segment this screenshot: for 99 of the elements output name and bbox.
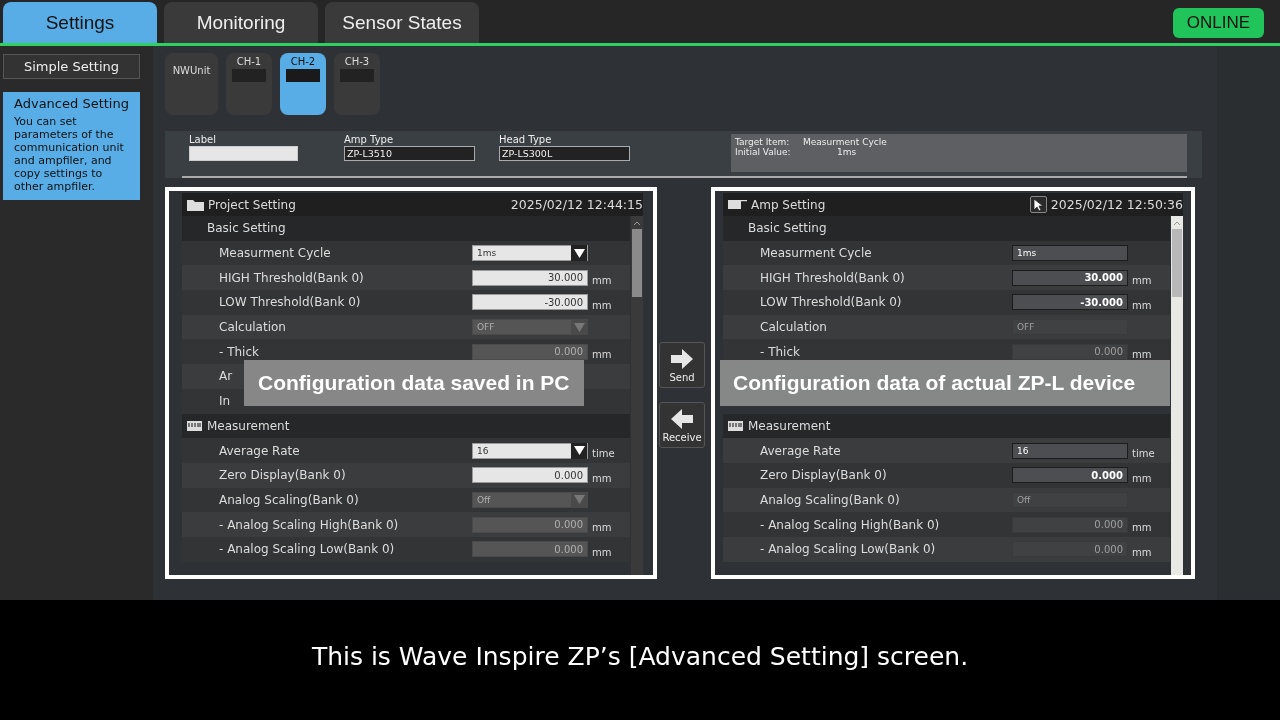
caption-overlay: Configuration data of actual ZP-L device: [720, 360, 1170, 407]
pointer-button[interactable]: [1029, 196, 1047, 213]
tab[interactable]: Sensor States: [325, 2, 479, 43]
setting-label: Average Rate: [759, 443, 841, 458]
device-icon: [727, 199, 748, 210]
dropdown-arrow-icon: [573, 495, 585, 505]
section-title: Measurement: [207, 418, 290, 433]
timestamp: 2025/02/12 12:44:15: [510, 197, 643, 212]
target-label: Initial Value:: [735, 147, 792, 157]
setting-label: Calculation: [759, 320, 827, 335]
sidebar-item-description: You can set parameters of the communication unit and ampfiler, and copy settings to other ampfiler.: [13, 114, 125, 193]
setting-label: - Analog Scaling Low(Bank 0): [759, 542, 936, 557]
scroll-thumb[interactable]: [1172, 229, 1182, 297]
setting-label: - Thick: [759, 344, 800, 359]
transfer-button[interactable]: Receive: [659, 402, 705, 448]
tab[interactable]: Settings: [3, 2, 157, 43]
folder-icon: [186, 197, 205, 212]
channel-tab[interactable]: NWUnit: [165, 53, 218, 115]
subtitle: This is Wave Inspire ZP’s [Advanced Setting] screen.: [310, 640, 970, 673]
tab[interactable]: Monitoring: [164, 2, 318, 43]
input-field[interactable]: [189, 146, 298, 161]
unit-label: mm: [591, 348, 613, 361]
status-badge: ONLINE: [1172, 7, 1264, 38]
input-field[interactable]: -30.000: [1012, 294, 1128, 311]
timestamp: 2025/02/12 12:50:36: [1050, 197, 1183, 212]
setting-label: Zero Display(Bank 0): [218, 468, 346, 483]
field-label: Head Type: [499, 134, 553, 145]
setting-label: - Analog Scaling Low(Bank 0): [218, 542, 395, 557]
setting-label: Average Rate: [218, 443, 300, 458]
unit-label: mm: [1131, 274, 1153, 287]
input-field[interactable]: ZP-LS300L: [499, 146, 630, 161]
dropdown[interactable]: 16: [1012, 442, 1128, 459]
cursor-icon: [1032, 197, 1044, 212]
sidebar-item-title: Advanced Setting: [13, 96, 130, 111]
unit-label: mm: [1131, 298, 1153, 311]
target-label: Target Item:: [735, 137, 791, 147]
caption-overlay: Configuration data saved in PC: [244, 360, 584, 406]
setting-label: Zero Display(Bank 0): [759, 468, 887, 483]
setting-label: Measurment Cycle: [218, 246, 331, 261]
unit-label: mm: [591, 521, 613, 534]
setting-label: - Analog Scaling High(Bank 0): [218, 517, 399, 532]
input-field[interactable]: 0.000: [472, 467, 588, 484]
input-field[interactable]: -30.000: [472, 294, 588, 311]
section-title: Basic Setting: [207, 221, 286, 236]
dropdown-arrow-icon: [573, 248, 585, 258]
setting-label: Analog Scaling(Bank 0): [759, 492, 900, 507]
arrow-left-icon: [670, 407, 694, 430]
setting-label: HIGH Threshold(Bank 0): [759, 270, 905, 285]
input-field[interactable]: 30.000: [472, 269, 588, 286]
setting-label: HIGH Threshold(Bank 0): [218, 270, 364, 285]
unit-label: mm: [591, 274, 613, 287]
channel-tab[interactable]: CH-2: [280, 53, 326, 115]
dropdown-arrow-icon: [573, 446, 585, 456]
ruler-icon: [186, 418, 203, 433]
scroll-up-icon: [633, 220, 641, 226]
input-field[interactable]: 0.000: [1012, 467, 1128, 484]
setting-label: LOW Threshold(Bank 0): [218, 295, 361, 310]
channel-tab[interactable]: CH-1: [226, 53, 272, 115]
unit-label: time: [591, 447, 616, 460]
arrow-right-icon: [670, 347, 694, 370]
target-value: 1ms: [836, 147, 858, 157]
sidebar-item[interactable]: Advanced Setting You can set parameters of the communication unit and ampfiler, and copy settings to other ampfiler.: [3, 92, 140, 200]
scrollbar[interactable]: [631, 216, 643, 575]
ruler-icon: [727, 418, 744, 433]
unit-label: mm: [591, 471, 613, 484]
transfer-button[interactable]: Send: [659, 342, 705, 388]
input-field[interactable]: ZP-L3510: [344, 146, 475, 161]
input-field[interactable]: 30.000: [1012, 269, 1128, 286]
unit-label: time: [1131, 447, 1156, 460]
setting-label: - Thick: [218, 344, 259, 359]
unit-label: mm: [1131, 471, 1153, 484]
section-title: Measurement: [748, 418, 831, 433]
unit-label: mm: [591, 545, 613, 558]
dropdown[interactable]: 1ms: [1012, 245, 1128, 262]
panel-title: Project Setting: [208, 197, 296, 212]
field-label: Amp Type: [344, 134, 395, 145]
unit-label: mm: [1131, 521, 1153, 534]
scroll-thumb[interactable]: [632, 229, 642, 297]
dropdown[interactable]: 16: [472, 442, 588, 459]
setting-label: Analog Scaling(Bank 0): [218, 492, 359, 507]
dropdown-arrow-icon: [573, 322, 585, 332]
section-title: Basic Setting: [748, 221, 827, 236]
unit-label: mm: [1131, 348, 1153, 361]
sidebar-item[interactable]: Simple Setting: [3, 54, 140, 79]
setting-label: - Analog Scaling High(Bank 0): [759, 517, 940, 532]
target-value: Measurment Cycle: [803, 137, 888, 147]
field-label: Label: [189, 134, 217, 145]
setting-label: In: [218, 394, 231, 409]
setting-label: Calculation: [218, 320, 286, 335]
scrollbar[interactable]: [1171, 216, 1183, 575]
channel-tab[interactable]: CH-3: [334, 53, 380, 115]
scroll-up-icon: [1173, 220, 1181, 226]
setting-label: Ar: [218, 369, 233, 384]
setting-label: Measurment Cycle: [759, 246, 872, 261]
unit-label: mm: [591, 298, 613, 311]
dropdown[interactable]: 1ms: [472, 245, 588, 262]
unit-label: mm: [1131, 545, 1153, 558]
panel-title: Amp Setting: [751, 197, 826, 212]
setting-label: LOW Threshold(Bank 0): [759, 295, 902, 310]
